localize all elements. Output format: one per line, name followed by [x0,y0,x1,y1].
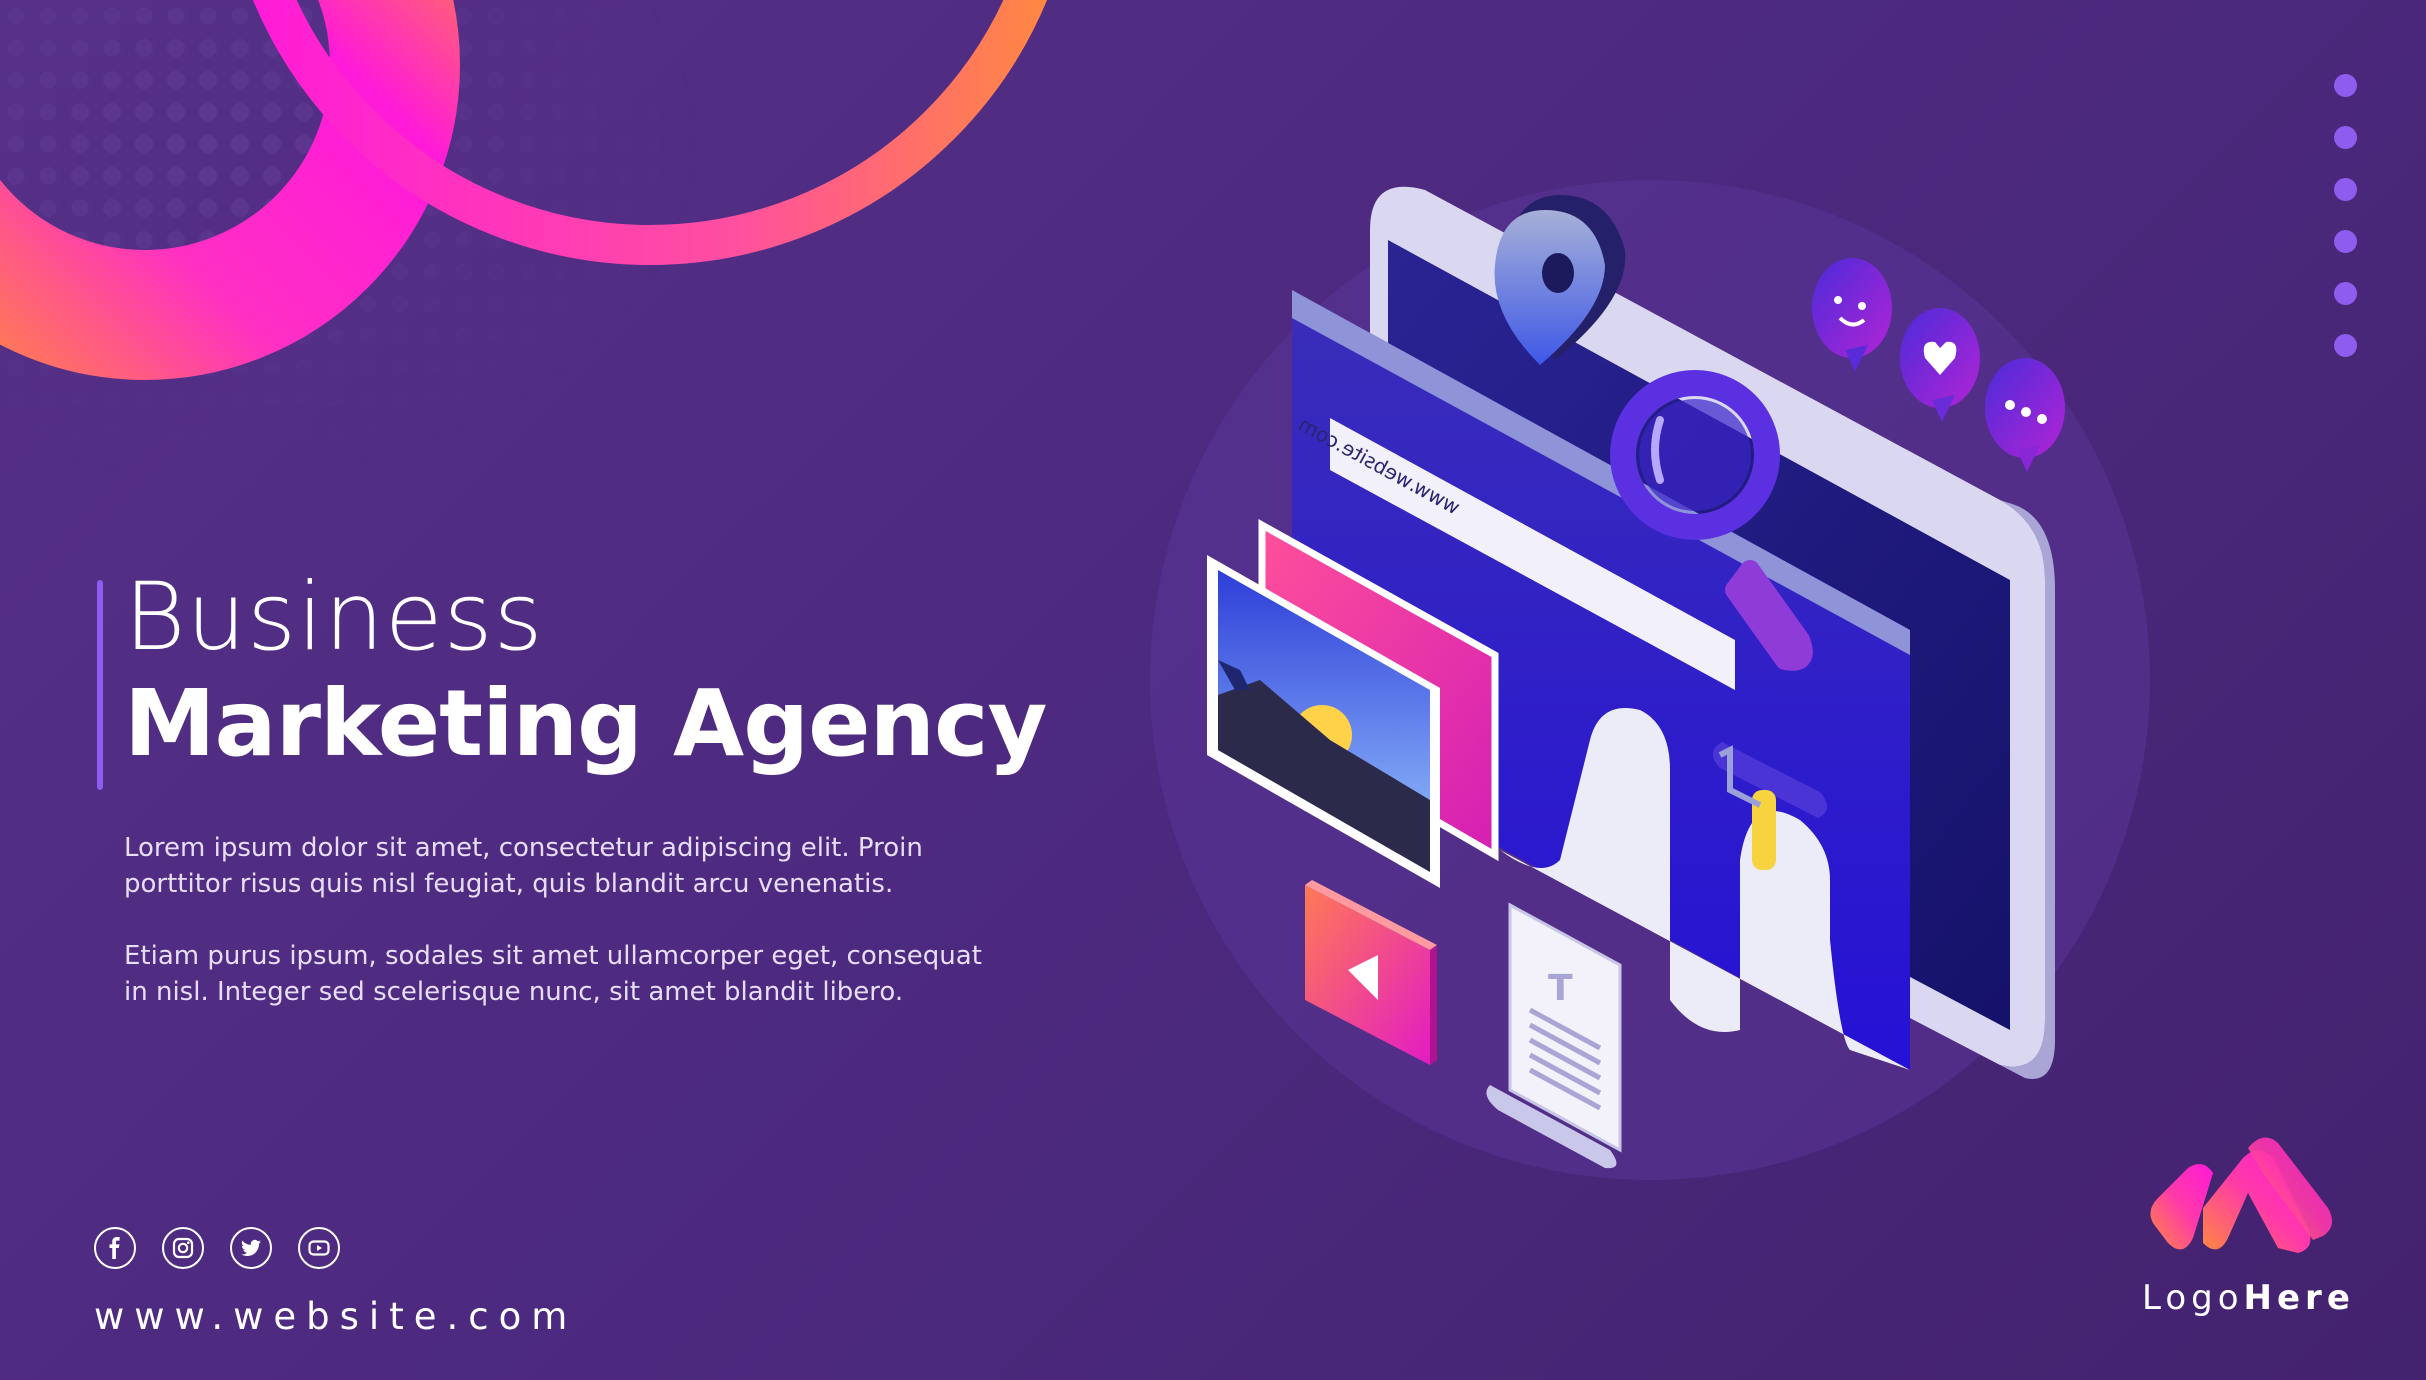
document-letter: T [1548,968,1573,1009]
social-links [94,1227,340,1269]
headline-line-2: Marketing Agency [124,670,1047,777]
chat-smile-icon [1812,258,1892,372]
page-dots [2334,74,2357,357]
chat-heart-icon [1900,308,1980,422]
headline-line-1: Business [124,563,544,672]
logo-text-light: Logo [2142,1278,2244,1318]
youtube-icon[interactable] [298,1227,340,1269]
logo-text-bold: Here [2243,1278,2355,1318]
twitter-icon[interactable] [230,1227,272,1269]
logo-mark-icon [2150,1137,2332,1253]
footer-website[interactable]: www.website.com [94,1295,577,1338]
body-paragraph-2: Etiam purus ipsum, sodales sit amet ulla… [124,941,982,1007]
dot-3[interactable] [2334,178,2357,201]
instagram-icon[interactable] [162,1227,204,1269]
logo-text: LogoHere [2142,1278,2355,1318]
dot-1[interactable] [2334,74,2357,97]
dot-5[interactable] [2334,282,2357,305]
dot-6[interactable] [2334,334,2357,357]
heading-accent-bar [97,580,103,790]
facebook-icon[interactable] [94,1227,136,1269]
dot-4[interactable] [2334,230,2357,253]
body-paragraph-1: Lorem ipsum dolor sit amet, consectetur … [124,833,923,899]
headline: Business Marketing Agency [124,565,1124,778]
chat-dots-icon [1985,358,2065,472]
dot-2[interactable] [2334,126,2357,149]
